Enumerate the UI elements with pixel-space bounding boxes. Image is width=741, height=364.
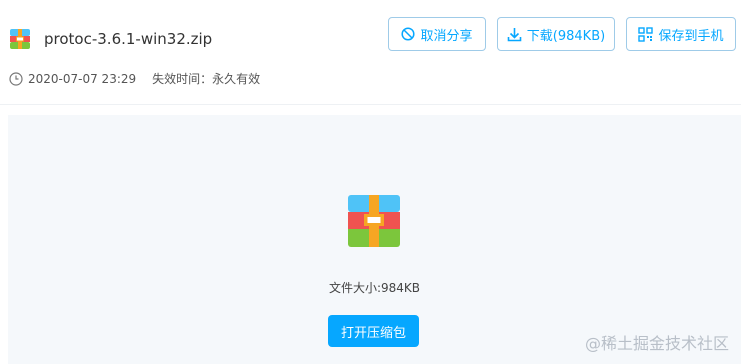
cancel-icon [401, 27, 416, 41]
file-meta: 2020-07-07 23:29 失效时间：永久有效 [9, 70, 260, 87]
file-header: protoc-3.6.1-win32.zip 2020-07-07 23:29 … [0, 0, 741, 105]
file-name: protoc-3.6.1-win32.zip [44, 30, 213, 48]
qrcode-icon [638, 26, 654, 42]
watermark: @稀土掘金技术社区 [584, 334, 729, 353]
save-to-phone-button[interactable]: 保存到手机 [626, 17, 736, 51]
save-to-phone-label: 保存到手机 [658, 28, 724, 44]
expiry-text: 失效时间：永久有效 [152, 72, 261, 86]
share-date: 2020-07-07 23:29 [28, 71, 137, 86]
download-button[interactable]: 下载(984KB) [497, 17, 615, 51]
archive-icon [10, 29, 30, 49]
file-size-label: 文件大小:984KB [328, 281, 421, 295]
clock-icon [9, 71, 23, 86]
cancel-share-label: 取消分享 [420, 28, 473, 44]
cancel-share-button[interactable]: 取消分享 [388, 17, 486, 51]
archive-preview: 文件大小:984KB 打开压缩包 [8, 115, 741, 364]
open-archive-button[interactable]: 打开压缩包 [328, 315, 419, 347]
archive-icon [348, 195, 400, 247]
download-label: 下载(984KB) [526, 28, 606, 44]
download-icon [507, 27, 522, 41]
